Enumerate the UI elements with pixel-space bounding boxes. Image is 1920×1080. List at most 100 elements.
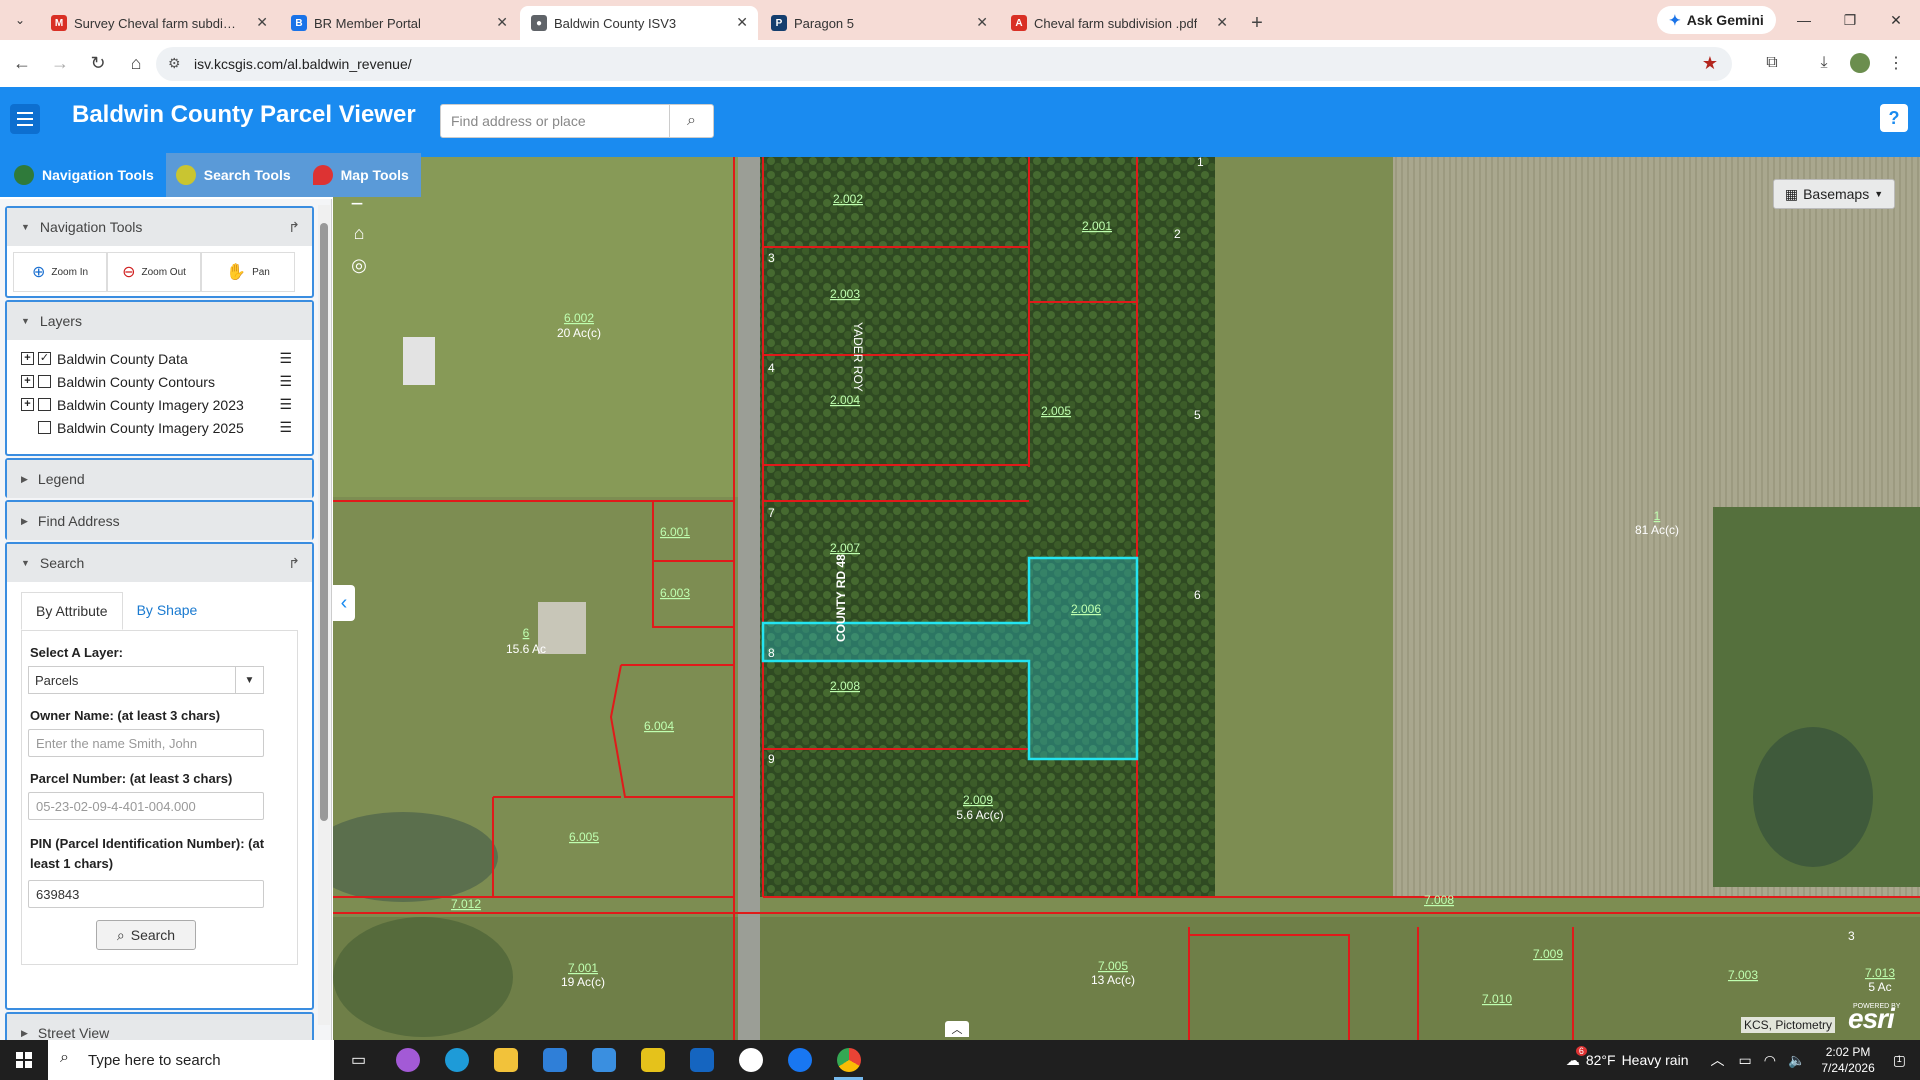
find-address-section[interactable]: ▶ Find Address	[5, 500, 314, 540]
chevron-up-icon[interactable]: ︿	[945, 1021, 969, 1037]
clock[interactable]: 2:02 PM 7/24/2026	[1821, 1044, 1874, 1076]
wifi-icon[interactable]: ◠	[1764, 1052, 1776, 1069]
outlook-icon[interactable]	[677, 1040, 726, 1080]
edge-icon[interactable]	[432, 1040, 481, 1080]
legend-section[interactable]: ▶ Legend	[5, 458, 314, 498]
layer-checkbox[interactable]: ✓	[38, 352, 51, 365]
browser-tab-4[interactable]: A Cheval farm subdivision .pdf ✕	[1000, 6, 1238, 40]
browser-tab-0[interactable]: M Survey Cheval farm subdivision ✕	[40, 6, 278, 40]
facebook-icon[interactable]	[775, 1040, 824, 1080]
file-explorer-icon[interactable]	[481, 1040, 530, 1080]
chevron-up-icon[interactable]: ︿	[1710, 1050, 1724, 1070]
section-header[interactable]: ▶ Legend	[7, 460, 312, 498]
layer-select[interactable]: Parcels ▼	[28, 666, 264, 694]
chevron-down-icon[interactable]: ▼	[235, 667, 263, 693]
share-icon[interactable]: ↱	[288, 219, 300, 236]
street-view-section[interactable]: ▶ Street View	[5, 1012, 314, 1040]
expand-icon[interactable]: +	[21, 352, 34, 365]
mail-icon[interactable]	[579, 1040, 628, 1080]
parcel-number-field[interactable]: 05-23-02-09-4-401-004.000	[28, 792, 264, 820]
owner-name-field[interactable]: Enter the name Smith, John	[28, 729, 264, 757]
map-view[interactable]: 2.002 2.001 2.003 2.004 2.005 2.007 2.00…	[333, 157, 1920, 1040]
forward-icon[interactable]: →	[44, 48, 76, 80]
weather-icon[interactable]: ☁ 6	[1566, 1045, 1587, 1069]
layer-menu-icon[interactable]: ☰	[279, 373, 292, 390]
network-icon[interactable]: ▭	[1738, 1052, 1751, 1069]
extensions-icon[interactable]: ⧉	[1756, 47, 1788, 79]
collapse-panel-icon[interactable]: ‹	[333, 585, 355, 621]
tab-label: Search Tools	[203, 167, 291, 183]
weather-desc[interactable]: Heavy rain	[1622, 1052, 1689, 1068]
zoom-out-button[interactable]: ⊖ Zoom Out	[107, 252, 201, 292]
layer-menu-icon[interactable]: ☰	[279, 419, 292, 436]
browser-tab-1[interactable]: B BR Member Portal ✕	[280, 6, 518, 40]
tab-search-icon[interactable]: ⌄	[0, 0, 40, 40]
section-header[interactable]: ▼ Search ↱	[7, 544, 312, 582]
layer-menu-icon[interactable]: ☰	[279, 350, 292, 367]
microsoft-store-icon[interactable]	[530, 1040, 579, 1080]
collapse-caret-icon: ▼	[21, 558, 30, 568]
section-header[interactable]: ▶ Find Address	[7, 502, 312, 540]
tab-by-shape[interactable]: By Shape	[123, 592, 212, 630]
back-icon[interactable]: ←	[6, 48, 38, 80]
expand-icon[interactable]: +	[21, 375, 34, 388]
minimize-icon[interactable]: —	[1781, 0, 1827, 40]
restore-icon[interactable]: ❐	[1827, 0, 1873, 40]
panel-scrollbar[interactable]	[318, 205, 330, 1025]
close-icon[interactable]: ✕	[256, 14, 268, 31]
app-e-icon[interactable]	[628, 1040, 677, 1080]
download-icon[interactable]: ⤓	[1808, 47, 1840, 79]
more-menu-icon[interactable]: ⋮	[1880, 47, 1912, 79]
volume-icon[interactable]: 🔈	[1788, 1052, 1805, 1069]
layer-menu-icon[interactable]: ☰	[279, 396, 292, 413]
section-header[interactable]: ▼ Layers	[7, 302, 312, 340]
taskbar-search-input[interactable]: ⌕ Type here to search	[48, 1040, 334, 1080]
home-icon[interactable]: ⌂	[120, 48, 152, 80]
tab-navigation-tools[interactable]: Navigation Tools	[0, 153, 166, 197]
google-icon[interactable]	[726, 1040, 775, 1080]
address-search-input[interactable]: Find address or place	[440, 104, 670, 138]
close-icon[interactable]: ✕	[1216, 14, 1228, 31]
pin-field[interactable]: 639843	[28, 880, 264, 908]
section-header[interactable]: ▶ Street View	[7, 1014, 312, 1040]
task-view-icon[interactable]: ▭	[334, 1040, 383, 1080]
hamburger-menu-icon[interactable]	[10, 104, 40, 134]
share-icon[interactable]: ↱	[288, 555, 300, 572]
reload-icon[interactable]: ↻	[82, 48, 114, 80]
new-tab-button[interactable]: +	[1240, 6, 1274, 40]
search-icon[interactable]: ⌕	[669, 104, 714, 138]
search-button[interactable]: ⌕ Search	[96, 920, 196, 950]
chrome-icon[interactable]	[824, 1040, 873, 1080]
bookmark-star-icon[interactable]: ★	[1702, 53, 1718, 74]
close-icon[interactable]: ✕	[736, 14, 748, 31]
tab-map-tools[interactable]: Map Tools	[302, 153, 421, 197]
zoom-in-button[interactable]: ⊕ Zoom In	[13, 252, 107, 292]
windows-start-icon[interactable]	[0, 1040, 48, 1080]
layer-checkbox[interactable]	[38, 421, 51, 434]
profile-avatar[interactable]	[1844, 47, 1876, 79]
expand-caret-icon: ▶	[21, 1027, 28, 1038]
weather-temp[interactable]: 82°F	[1586, 1052, 1616, 1068]
url-field[interactable]: ⚙ isv.kcsgis.com/al.baldwin_revenue/ ★	[156, 47, 1732, 81]
copilot-icon[interactable]	[383, 1040, 432, 1080]
layer-checkbox[interactable]	[38, 398, 51, 411]
tab-search-tools[interactable]: Search Tools	[165, 153, 303, 197]
notifications-icon[interactable]: ▢ 1	[1893, 1052, 1906, 1069]
basemaps-button[interactable]: ▦ Basemaps ▼	[1773, 179, 1895, 209]
home-extent-icon[interactable]: ⌂	[346, 220, 372, 246]
scrollbar-thumb[interactable]	[320, 223, 328, 821]
site-info-icon[interactable]: ⚙	[168, 55, 181, 72]
close-window-icon[interactable]: ✕	[1873, 0, 1919, 40]
section-header[interactable]: ▼ Navigation Tools ↱	[7, 208, 312, 246]
browser-tab-3[interactable]: P Paragon 5 ✕	[760, 6, 998, 40]
help-icon[interactable]: ?	[1880, 104, 1908, 132]
pan-button[interactable]: ✋ Pan	[201, 252, 295, 292]
expand-icon[interactable]: +	[21, 398, 34, 411]
browser-tab-2[interactable]: ● Baldwin County ISV3 ✕	[520, 6, 758, 40]
layer-checkbox[interactable]	[38, 375, 51, 388]
ask-gemini-button[interactable]: ✦ Ask Gemini	[1657, 6, 1776, 34]
locate-icon[interactable]: ◎	[346, 252, 372, 278]
close-icon[interactable]: ✕	[496, 14, 508, 31]
tab-by-attribute[interactable]: By Attribute	[21, 592, 123, 630]
close-icon[interactable]: ✕	[976, 14, 988, 31]
